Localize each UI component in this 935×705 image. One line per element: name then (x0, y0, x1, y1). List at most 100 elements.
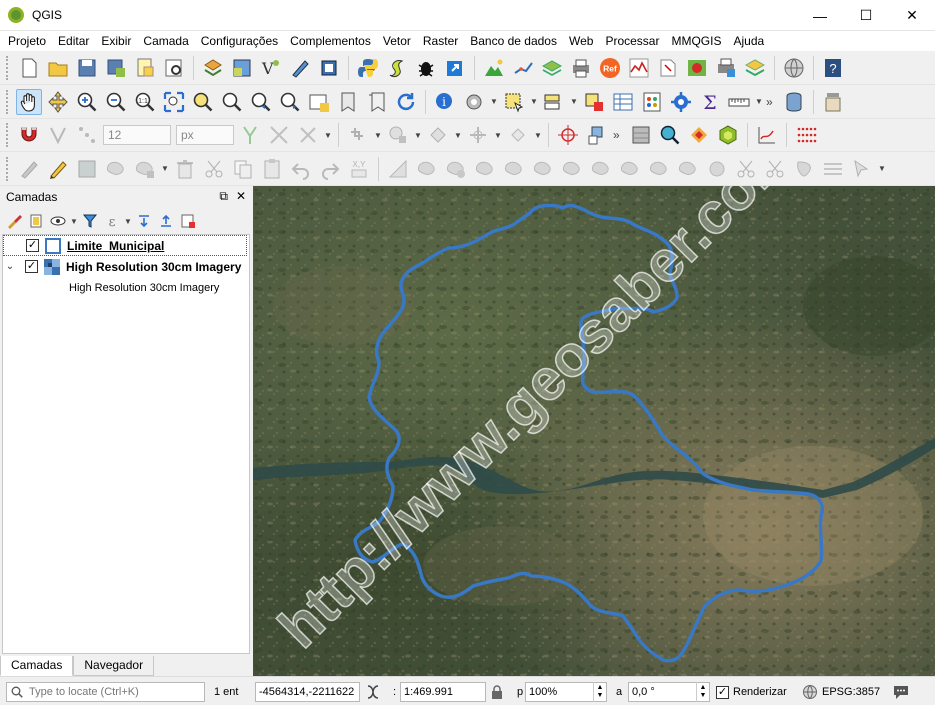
save-project-button[interactable] (74, 55, 100, 81)
align-button[interactable] (820, 156, 846, 182)
new-map-view-button[interactable] (306, 89, 332, 115)
undo-button[interactable] (288, 156, 314, 182)
print-layer-button[interactable] (713, 55, 739, 81)
copy-features-button[interactable] (230, 156, 256, 182)
advanced-digitize-button[interactable] (385, 122, 411, 148)
terrain-profile-button[interactable] (481, 55, 507, 81)
add-raster-layer-button[interactable] (229, 55, 255, 81)
tab-navegador[interactable]: Navegador (73, 656, 155, 676)
reshape-button[interactable] (559, 156, 585, 182)
chevron-down-icon[interactable]: ▼ (534, 131, 542, 140)
chevron-down-icon[interactable]: ▼ (878, 164, 886, 173)
crs-button[interactable]: EPSG:3857 (802, 682, 880, 702)
gps-tools-button[interactable] (316, 55, 342, 81)
chevron-down-icon[interactable]: ▼ (70, 217, 78, 226)
hexagon-plugin-button[interactable] (715, 122, 741, 148)
layer-visibility-checkbox[interactable]: ✓ (26, 239, 39, 252)
locator-search-input[interactable]: Type to locate (Ctrl+K) (6, 682, 205, 702)
zoom-to-layer-button[interactable] (219, 89, 245, 115)
magnifier-spinbox[interactable]: 100% ▲ ▼ (525, 682, 607, 702)
time-series-button[interactable] (626, 55, 652, 81)
add-delimited-text-button[interactable]: V (258, 55, 284, 81)
add-part-button[interactable] (443, 156, 469, 182)
fill-ring-button[interactable] (472, 156, 498, 182)
coordinate-toggle-icon[interactable] (366, 682, 380, 702)
identify-features-button[interactable]: i (432, 89, 458, 115)
menu-processar[interactable]: Processar (599, 34, 665, 48)
cursor-action-button[interactable] (849, 156, 875, 182)
debug-bug-button[interactable] (413, 55, 439, 81)
quickmapservices-button[interactable] (686, 122, 712, 148)
coordinate-capture-button[interactable] (555, 122, 581, 148)
manage-visibility-icon[interactable] (48, 211, 68, 231)
current-edits-button[interactable] (16, 156, 42, 182)
menu-camada[interactable]: Camada (137, 34, 194, 48)
add-ring-button[interactable] (345, 122, 371, 148)
map-tool-button[interactable] (655, 55, 681, 81)
coordinate-display[interactable]: -4564314,-2211622 (255, 682, 360, 702)
map-swipe-button[interactable] (684, 55, 710, 81)
maximize-button[interactable]: ☐ (843, 0, 889, 31)
pan-to-selection-button[interactable] (45, 89, 71, 115)
merge-features-button[interactable] (675, 156, 701, 182)
menu-editar[interactable]: Editar (52, 34, 95, 48)
menu-exibir[interactable]: Exibir (95, 34, 137, 48)
messages-icon[interactable] (892, 682, 910, 702)
magnet-snapping-button[interactable] (16, 122, 42, 148)
add-vector-layer-button[interactable] (200, 55, 226, 81)
add-group-icon[interactable] (26, 211, 46, 231)
simplify-button[interactable] (505, 122, 531, 148)
layer-row-limite-municipal[interactable]: ✓ Limite_Municipal (3, 235, 247, 256)
database-button[interactable] (781, 89, 807, 115)
print-map-button[interactable] (568, 55, 594, 81)
zoom-last-button[interactable] (248, 89, 274, 115)
plugin-s-button[interactable] (384, 55, 410, 81)
select-features-button[interactable] (501, 89, 527, 115)
toolbar-extension-icon[interactable]: » (613, 128, 625, 142)
minimize-button[interactable]: — (797, 0, 843, 31)
digitize-pen-button[interactable] (287, 55, 313, 81)
new-project-button[interactable] (16, 55, 42, 81)
statistics-summary-button[interactable]: Σ (697, 89, 723, 115)
chevron-down-icon[interactable]: ▼ (124, 217, 132, 226)
chevron-down-icon[interactable]: ▼ (494, 131, 502, 140)
rotate-label-button[interactable] (385, 156, 411, 182)
chevron-down-icon[interactable]: ▼ (530, 97, 538, 106)
spin-arrows-icon[interactable]: ▲ ▼ (696, 682, 709, 702)
save-as-button[interactable] (103, 55, 129, 81)
vertex-editor-button[interactable] (791, 156, 817, 182)
open-project-button[interactable] (45, 55, 71, 81)
deselect-all-button[interactable] (581, 89, 607, 115)
pan-map-button[interactable] (16, 88, 42, 115)
tab-camadas[interactable]: Camadas (0, 656, 74, 676)
cut-features-button[interactable] (201, 156, 227, 182)
python-console-button[interactable] (355, 55, 381, 81)
new-bookmark-button[interactable] (335, 89, 361, 115)
show-bookmarks-button[interactable] (364, 89, 390, 115)
attributes-button[interactable]: X,Y (346, 156, 372, 182)
layer-refresh-button[interactable] (742, 55, 768, 81)
layer-stack-button[interactable] (539, 55, 565, 81)
split-parts-button[interactable] (646, 156, 672, 182)
collapse-all-icon[interactable] (156, 211, 176, 231)
rotate-feature-button[interactable] (425, 122, 451, 148)
style-brush-icon[interactable] (4, 211, 24, 231)
intersect-button[interactable] (266, 122, 292, 148)
toolbar-handle[interactable] (6, 156, 11, 181)
chevron-down-icon[interactable]: ▼ (755, 97, 763, 106)
zoom-search-button[interactable] (657, 122, 683, 148)
spin-arrows-icon[interactable]: ▲ ▼ (593, 682, 606, 702)
float-panel-icon[interactable]: ⧉ (219, 189, 228, 204)
chevron-down-icon[interactable]: ▼ (454, 131, 462, 140)
zoom-out-button[interactable] (103, 89, 129, 115)
grid-dots-button[interactable] (793, 122, 819, 148)
menu-raster[interactable]: Raster (417, 34, 464, 48)
help-button[interactable]: ? (820, 55, 846, 81)
offset-button[interactable] (588, 156, 614, 182)
profile-chart-button[interactable] (754, 122, 780, 148)
rotate-point-button[interactable] (733, 156, 759, 182)
toolbar-handle[interactable] (6, 89, 11, 114)
zoom-full-button[interactable] (161, 89, 187, 115)
delete-part-button[interactable] (530, 156, 556, 182)
filter-expression-icon[interactable]: ε (102, 211, 122, 231)
